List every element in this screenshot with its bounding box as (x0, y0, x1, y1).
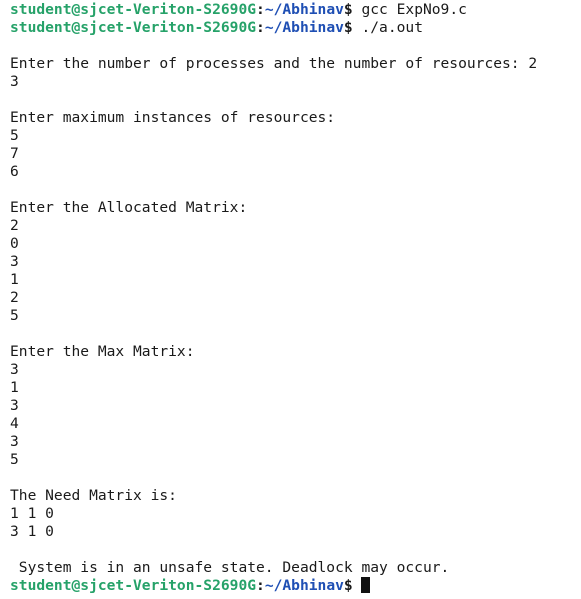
output-text: 5 (10, 307, 19, 324)
output-text: 6 (10, 163, 19, 180)
output-line: 6 (10, 163, 581, 181)
prompt-symbol: $ (343, 1, 353, 18)
prompt-user-host: student@sjcet-Veriton-S2690G (10, 1, 257, 18)
text-cursor (361, 577, 371, 593)
output-line: 1 1 0 (10, 505, 581, 523)
output-line: Enter maximum instances of resources: (10, 109, 581, 127)
output-text: 3 (10, 73, 19, 90)
command-text (353, 577, 362, 594)
output-text: 2 (10, 289, 19, 306)
output-line: 0 (10, 235, 581, 253)
output-text: Enter the number of processes and the nu… (10, 55, 538, 72)
output-line: Enter the Max Matrix: (10, 343, 581, 361)
prompt-colon: : (256, 577, 265, 594)
output-line: 3 (10, 73, 581, 91)
output-text: Enter the Allocated Matrix: (10, 199, 248, 216)
prompt-user-host: student@sjcet-Veriton-S2690G (10, 577, 257, 594)
output-line: 3 (10, 253, 581, 271)
output-line: 5 (10, 307, 581, 325)
output-text: 1 (10, 271, 19, 288)
output-line: The Need Matrix is: (10, 487, 581, 505)
output-line: 1 (10, 379, 581, 397)
prompt-colon: : (256, 1, 265, 18)
prompt-line: student@sjcet-Veriton-S2690G:~/Abhinav$ (10, 577, 581, 595)
prompt-colon: : (256, 19, 265, 36)
output-text: 3 (10, 253, 19, 270)
output-text: 5 (10, 451, 19, 468)
prompt-path: ~/Abhinav (264, 1, 344, 18)
output-line: System is in an unsafe state. Deadlock m… (10, 559, 581, 577)
prompt-path: ~/Abhinav (264, 19, 344, 36)
output-text: 5 (10, 127, 19, 144)
prompt-path: ~/Abhinav (264, 577, 344, 594)
output-text: The Need Matrix is: (10, 487, 177, 504)
output-line: 5 (10, 127, 581, 145)
output-line: 3 (10, 361, 581, 379)
output-line: 1 (10, 271, 581, 289)
output-line: 3 1 0 (10, 523, 581, 541)
output-text: 0 (10, 235, 19, 252)
output-text: 3 (10, 397, 19, 414)
output-line: 5 (10, 451, 581, 469)
command-text: ./a.out (352, 19, 423, 36)
command-text: gcc ExpNo9.c (352, 1, 467, 18)
prompt-symbol: $ (343, 19, 353, 36)
output-line: Enter the number of processes and the nu… (10, 55, 581, 73)
output-text: 1 1 0 (10, 505, 54, 522)
output-line: 2 (10, 289, 581, 307)
output-text: Enter maximum instances of resources: (10, 109, 336, 126)
terminal-window[interactable]: student@sjcet-Veriton-S2690G:~/Abhinav$ … (0, 0, 581, 599)
output-text: 3 1 0 (10, 523, 54, 540)
prompt-symbol: $ (343, 577, 353, 594)
prompt-line: student@sjcet-Veriton-S2690G:~/Abhinav$ … (10, 19, 581, 37)
output-line: 7 (10, 145, 581, 163)
output-text: 7 (10, 145, 19, 162)
output-text: 2 (10, 217, 19, 234)
prompt-line: student@sjcet-Veriton-S2690G:~/Abhinav$ … (10, 1, 581, 19)
output-line: 4 (10, 415, 581, 433)
output-text: 3 (10, 361, 19, 378)
output-line: 2 (10, 217, 581, 235)
output-line: Enter the Allocated Matrix: (10, 199, 581, 217)
output-text: 3 (10, 433, 19, 450)
output-text: 4 (10, 415, 19, 432)
output-text: Enter the Max Matrix: (10, 343, 195, 360)
output-text: System is in an unsafe state. Deadlock m… (10, 559, 450, 576)
output-line: 3 (10, 397, 581, 415)
prompt-user-host: student@sjcet-Veriton-S2690G (10, 19, 257, 36)
output-line: 3 (10, 433, 581, 451)
output-text: 1 (10, 379, 19, 396)
